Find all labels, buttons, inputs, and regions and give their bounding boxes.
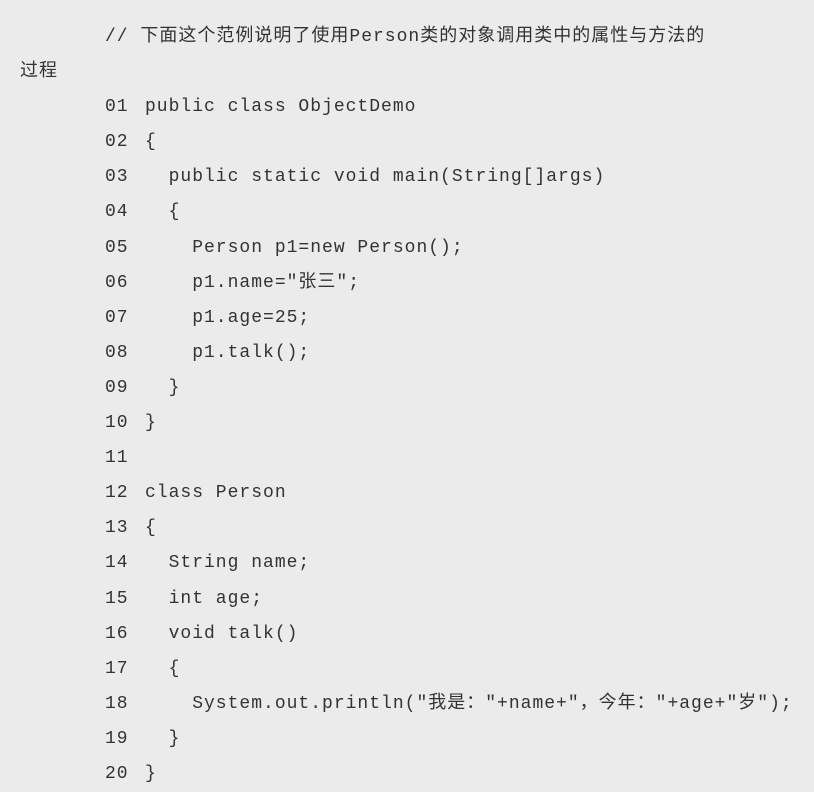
- code-line: 20}: [0, 757, 814, 792]
- code-line: 08 p1.talk();: [0, 336, 814, 371]
- code-line: 16 void talk(): [0, 617, 814, 652]
- code-line: 06 p1.name="张三";: [0, 266, 814, 301]
- code-content: }: [145, 722, 180, 757]
- code-content: void talk(): [145, 617, 298, 652]
- code-content: Person p1=new Person();: [145, 231, 464, 266]
- code-line: 12class Person: [0, 476, 814, 511]
- code-content: {: [145, 511, 157, 546]
- line-number: 09: [105, 371, 145, 406]
- code-line: 13{: [0, 511, 814, 546]
- code-content: {: [145, 125, 157, 160]
- line-number: 04: [105, 195, 145, 230]
- code-line: 04 {: [0, 195, 814, 230]
- line-number: 05: [105, 231, 145, 266]
- line-number: 08: [105, 336, 145, 371]
- code-block: 01public class ObjectDemo02{03 public st…: [0, 90, 814, 792]
- line-number: 03: [105, 160, 145, 195]
- code-content: int age;: [145, 582, 263, 617]
- line-number: 14: [105, 546, 145, 581]
- line-number: 18: [105, 687, 145, 722]
- code-content: p1.talk();: [145, 336, 310, 371]
- line-number: 01: [105, 90, 145, 125]
- code-content: p1.name="张三";: [145, 266, 360, 301]
- code-content: String name;: [145, 546, 310, 581]
- line-number: 02: [105, 125, 145, 160]
- code-content: }: [145, 406, 157, 441]
- line-number: 19: [105, 722, 145, 757]
- code-line: 11: [0, 441, 814, 476]
- line-number: 11: [105, 441, 145, 476]
- code-content: {: [145, 195, 180, 230]
- code-content: public static void main(String[]args): [145, 160, 605, 195]
- line-number: 13: [105, 511, 145, 546]
- code-content: class Person: [145, 476, 287, 511]
- code-line: 18 System.out.println("我是："+name+"，今年："+…: [0, 687, 814, 722]
- line-number: 07: [105, 301, 145, 336]
- code-line: 10}: [0, 406, 814, 441]
- comment-line-1: // 下面这个范例说明了使用Person类的对象调用类中的属性与方法的: [0, 20, 814, 55]
- code-content: }: [145, 757, 157, 792]
- code-content: p1.age=25;: [145, 301, 310, 336]
- comment-line-2: 过程: [0, 55, 814, 90]
- code-content: public class ObjectDemo: [145, 90, 416, 125]
- code-line: 05 Person p1=new Person();: [0, 231, 814, 266]
- line-number: 15: [105, 582, 145, 617]
- code-line: 03 public static void main(String[]args): [0, 160, 814, 195]
- line-number: 06: [105, 266, 145, 301]
- line-number: 20: [105, 757, 145, 792]
- line-number: 12: [105, 476, 145, 511]
- code-line: 19 }: [0, 722, 814, 757]
- code-line: 09 }: [0, 371, 814, 406]
- code-line: 17 {: [0, 652, 814, 687]
- code-line: 02{: [0, 125, 814, 160]
- code-line: 14 String name;: [0, 546, 814, 581]
- line-number: 16: [105, 617, 145, 652]
- code-content: {: [145, 652, 180, 687]
- code-line: 07 p1.age=25;: [0, 301, 814, 336]
- code-content: System.out.println("我是："+name+"，今年："+age…: [145, 687, 793, 722]
- code-content: }: [145, 371, 180, 406]
- code-line: 15 int age;: [0, 582, 814, 617]
- line-number: 17: [105, 652, 145, 687]
- code-line: 01public class ObjectDemo: [0, 90, 814, 125]
- line-number: 10: [105, 406, 145, 441]
